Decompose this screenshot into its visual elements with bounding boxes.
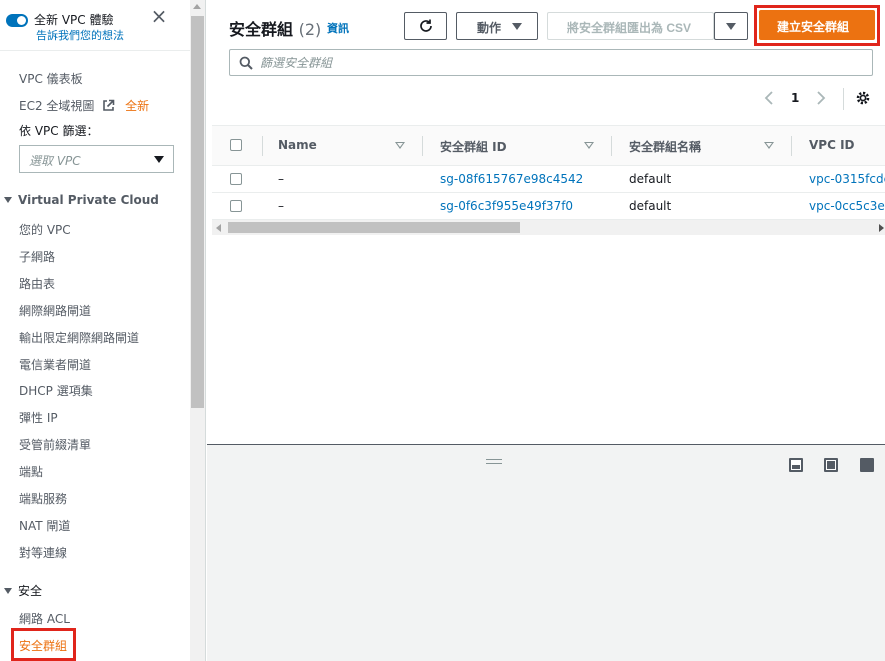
cell-vpc-id-link[interactable]: vpc-0cc5c3e5 [809, 199, 885, 213]
section-label: Virtual Private Cloud [18, 193, 159, 207]
caret-down-icon [4, 588, 12, 594]
sidebar-item-vpc-dashboard[interactable]: VPC 儀表板 [19, 70, 83, 87]
table-header: Name 安全群組 ID 安全群組名稱 VPC ID [212, 126, 885, 166]
column-divider [422, 136, 423, 156]
horizontal-scrollbar[interactable] [212, 220, 885, 235]
cell-sg-id-link[interactable]: sg-08f615767e98c4542 [440, 172, 583, 186]
column-header-vpc-id[interactable]: VPC ID [809, 138, 855, 152]
panel-full-icon[interactable] [860, 458, 874, 472]
sidebar-item-nat-gateways[interactable]: NAT 閘道 [19, 517, 70, 534]
sort-icon[interactable] [584, 142, 594, 149]
export-csv-button[interactable]: 將安全群組匯出為 CSV [547, 12, 714, 40]
external-link-icon [102, 99, 115, 115]
sidebar-item-egress-only-gateways[interactable]: 輸出限定網際網路閘道 [19, 329, 139, 346]
table-row[interactable]: – sg-08f615767e98c4542 default vpc-0315f… [212, 166, 885, 193]
sidebar-item-endpoint-services[interactable]: 端點服務 [19, 490, 67, 507]
sidebar-item-managed-prefix-lists[interactable]: 受管前綴清單 [19, 436, 91, 453]
sidebar: 全新 VPC 體驗 告訴我們您的想法 × VPC 儀表板 EC2 全域視圖 全新… [0, 0, 190, 661]
column-header-sg-name[interactable]: 安全群組名稱 [629, 138, 701, 155]
table-row[interactable]: – sg-0f6c3f955e49f37f0 default vpc-0cc5c… [212, 193, 885, 220]
export-dropdown-button[interactable] [714, 12, 748, 40]
column-divider [262, 136, 263, 156]
sidebar-item-network-acls[interactable]: 網路 ACL [19, 610, 70, 627]
close-icon[interactable]: × [150, 6, 168, 26]
sidebar-item-carrier-gateways[interactable]: 電信業者閘道 [19, 356, 91, 373]
caret-down-icon [4, 197, 12, 203]
sidebar-item-internet-gateways[interactable]: 網際網路閘道 [19, 302, 91, 319]
item-count: (2) [298, 20, 322, 39]
cell-name: – [278, 172, 284, 186]
export-label: 將安全群組匯出為 CSV [567, 21, 692, 35]
chevron-right-icon[interactable] [815, 90, 827, 106]
create-label: 建立安全群組 [777, 20, 850, 34]
sidebar-item-label: EC2 全域視圖 [19, 99, 95, 113]
column-header-name[interactable]: Name [278, 138, 317, 152]
search-icon [239, 56, 253, 70]
main-content: 安全群組 (2) 資訊 動作 將安全群組匯出為 CSV 建立安全群組 1 Nam… [207, 0, 885, 661]
sidebar-item-ec2-global-view[interactable]: EC2 全域視圖 全新 [19, 97, 149, 115]
cell-name: – [278, 199, 284, 213]
sort-icon[interactable] [395, 142, 405, 149]
sidebar-item-route-tables[interactable]: 路由表 [19, 275, 55, 292]
section-security[interactable]: 安全 [4, 582, 42, 599]
gear-icon[interactable] [855, 90, 871, 106]
sidebar-item-your-vpcs[interactable]: 您的 VPC [19, 221, 71, 238]
scrollbar-thumb[interactable] [191, 16, 204, 408]
column-header-sg-id[interactable]: 安全群組 ID [440, 138, 507, 155]
info-link[interactable]: 資訊 [327, 20, 349, 36]
feedback-link[interactable]: 告訴我們您的想法 [36, 27, 124, 43]
search-input[interactable] [260, 54, 760, 72]
panel-side-icon[interactable] [824, 458, 838, 472]
actions-dropdown-button[interactable]: 動作 [456, 12, 538, 40]
sidebar-item-dhcp-options[interactable]: DHCP 選項集 [19, 382, 93, 399]
actions-label: 動作 [477, 21, 502, 35]
page-number[interactable]: 1 [791, 91, 799, 105]
chevron-down-icon [512, 23, 522, 30]
sidebar-item-peering-connections[interactable]: 對等連線 [19, 544, 67, 561]
sidebar-item-endpoints[interactable]: 端點 [19, 463, 43, 480]
chevron-down-icon [154, 156, 164, 163]
sidebar-item-subnets[interactable]: 子網路 [19, 248, 55, 265]
highlight-box [11, 628, 76, 661]
search-bar[interactable] [229, 49, 873, 76]
divider [843, 88, 844, 110]
vpc-filter-select[interactable]: 選取 VPC [19, 145, 174, 173]
section-label: 安全 [18, 584, 43, 598]
security-groups-table: Name 安全群組 ID 安全群組名稱 VPC ID – sg-08f61576… [212, 125, 885, 237]
cell-sg-id-link[interactable]: sg-0f6c3f955e49f37f0 [440, 199, 573, 213]
details-split-panel [207, 445, 885, 661]
scroll-left-arrow-icon[interactable] [216, 224, 221, 232]
resize-handle-icon[interactable] [486, 459, 502, 464]
chevron-left-icon[interactable] [763, 90, 775, 106]
pagination: 1 [759, 88, 875, 110]
row-checkbox[interactable] [230, 200, 242, 212]
scroll-up-arrow-icon[interactable] [193, 4, 201, 9]
column-divider [791, 136, 792, 156]
column-divider [611, 136, 612, 156]
cell-sg-name: default [629, 199, 672, 213]
new-vpc-toggle[interactable] [6, 14, 28, 27]
select-all-checkbox[interactable] [230, 139, 242, 151]
refresh-button[interactable] [404, 12, 447, 40]
page-title-text: 安全群組 [229, 20, 294, 39]
cell-vpc-id-link[interactable]: vpc-0315fcde [809, 172, 885, 186]
filter-by-vpc-label: 依 VPC 篩選： [19, 124, 99, 138]
sidebar-item-elastic-ips[interactable]: 彈性 IP [19, 409, 58, 426]
cell-sg-name: default [629, 172, 672, 186]
sidebar-scrollbar[interactable] [190, 0, 206, 661]
page-title: 安全群組 (2) [229, 16, 321, 40]
new-vpc-title: 全新 VPC 體驗 [34, 13, 114, 27]
chevron-down-icon [726, 23, 736, 30]
section-virtual-private-cloud[interactable]: Virtual Private Cloud [4, 193, 159, 207]
vpc-filter-placeholder: 選取 VPC [29, 154, 81, 168]
scrollbar-thumb[interactable] [228, 222, 520, 233]
create-security-group-button[interactable]: 建立安全群組 [759, 10, 875, 40]
divider [0, 50, 190, 51]
row-checkbox[interactable] [230, 173, 242, 185]
sort-icon[interactable] [764, 142, 774, 149]
new-badge: 全新 [125, 99, 150, 113]
refresh-icon [420, 19, 432, 32]
scroll-right-arrow-icon[interactable] [879, 224, 884, 232]
panel-bottom-icon[interactable] [789, 458, 803, 472]
